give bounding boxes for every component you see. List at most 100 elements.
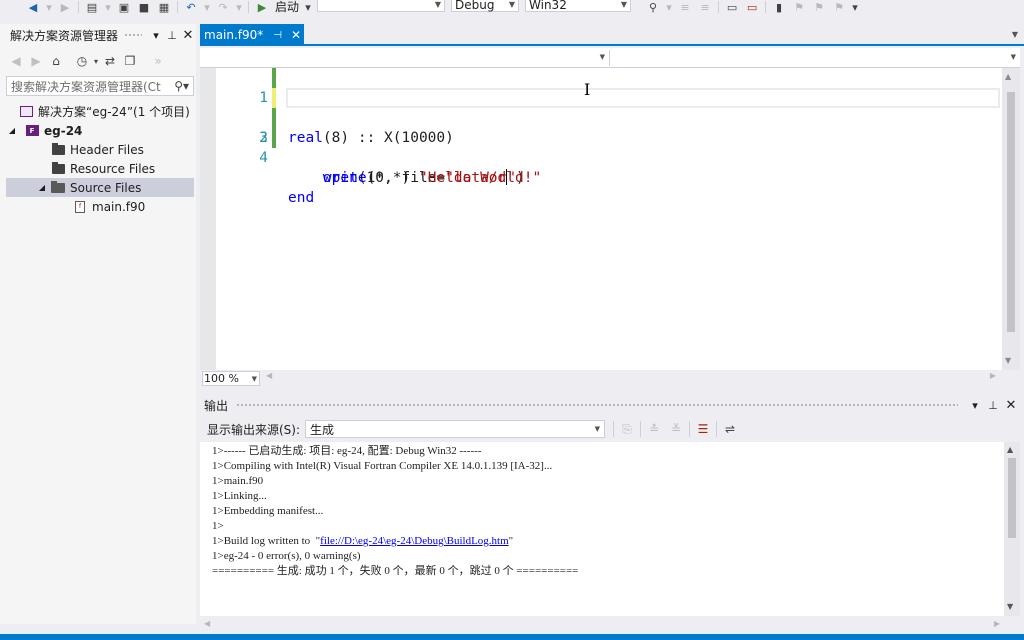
code-line[interactable]: 3 write(*,*) "Hello World!" xyxy=(200,108,1002,186)
new-project-icon[interactable]: ▤ xyxy=(85,1,99,14)
next-message-icon[interactable]: ≚ xyxy=(665,422,687,436)
chevron-down-icon[interactable]: ▾ xyxy=(105,1,111,14)
undo-icon[interactable]: ↶ xyxy=(184,1,198,14)
pane-splitter[interactable] xyxy=(200,388,1020,392)
redo-icon[interactable]: ↷ xyxy=(216,1,230,14)
editor-horizontal-scrollbar[interactable]: ◀ ▶ xyxy=(266,371,996,383)
prev-message-icon[interactable]: ≛ xyxy=(643,422,665,436)
chevron-down-icon[interactable]: ▾ xyxy=(92,57,100,66)
output-line-summary: ========== 生成: 成功 1 个，失败 0 个，最新 0 个，跳过 0… xyxy=(212,565,579,577)
output-horizontal-scrollbar[interactable]: ◀ ▶ xyxy=(200,618,1004,632)
solution-label: 解决方案“eg-24”(1 个项目) xyxy=(38,105,190,119)
scroll-right-icon[interactable]: ▶ xyxy=(990,371,996,380)
next-bookmark-icon[interactable]: ⚑ xyxy=(812,1,826,14)
back-icon[interactable]: ◀ xyxy=(6,54,26,68)
home-icon[interactable]: ⌂ xyxy=(46,54,66,68)
zoom-select[interactable]: 100 % ▼ xyxy=(202,371,260,386)
member-select[interactable]: ▼ xyxy=(610,50,1020,66)
change-indicator xyxy=(272,88,276,108)
empty-combo[interactable]: ▼ xyxy=(317,0,446,12)
scroll-down-icon[interactable]: ▼ xyxy=(1005,356,1011,365)
indent-icon[interactable]: ≡ xyxy=(678,1,692,14)
chevron-down-icon[interactable]: ▾ xyxy=(236,1,242,14)
close-icon[interactable]: ✕ xyxy=(1002,398,1020,413)
output-text-area[interactable]: 1>------ 已启动生成: 项目: eg-24, 配置: Debug Win… xyxy=(200,442,1004,616)
code-line[interactable]: 1 real(8) :: X(10000) xyxy=(200,68,1002,146)
scroll-up-icon[interactable]: ▲ xyxy=(1005,72,1011,81)
solution-search-input[interactable]: 搜索解决方案资源管理器(Ct ⚲▾ xyxy=(6,76,194,96)
close-icon[interactable]: ✕ xyxy=(180,28,196,43)
chevron-down-icon[interactable]: ▾ xyxy=(852,1,858,14)
find-icon[interactable]: ⚲ xyxy=(646,1,660,14)
tree-item-main-f90[interactable]: f main.f90 xyxy=(6,197,194,216)
search-icon[interactable]: ⚲▾ xyxy=(170,79,193,93)
chevron-down-icon[interactable]: ▾ xyxy=(666,1,672,14)
chevron-down-icon[interactable]: ▾ xyxy=(305,1,311,14)
code-line-current[interactable]: 2 open(10, file="data/d") xyxy=(200,88,1002,186)
editor-vertical-scrollbar[interactable]: ▲ ▼ xyxy=(1002,68,1020,370)
bookmark-icon[interactable]: ▮ xyxy=(772,1,786,14)
code-line[interactable]: 4 end xyxy=(200,128,1002,206)
collapse-all-icon[interactable]: ❐ xyxy=(120,54,140,68)
forward-icon[interactable]: ▶ xyxy=(58,1,72,14)
scope-select[interactable]: ▼ xyxy=(200,50,610,66)
tree-item-solution[interactable]: 解决方案“eg-24”(1 个项目) xyxy=(6,102,194,121)
start-button-label[interactable]: 启动 xyxy=(275,1,299,13)
zoom-value: 100 % xyxy=(204,372,239,385)
scroll-left-icon[interactable]: ◀ xyxy=(204,619,210,628)
scroll-left-icon[interactable]: ◀ xyxy=(266,371,272,380)
platform-select[interactable]: Win32 ▼ xyxy=(525,0,632,12)
save-icon[interactable]: ■ xyxy=(137,1,151,14)
tab-main-f90[interactable]: main.f90* ⊣ ✕ xyxy=(200,24,304,46)
pin-icon[interactable]: ⊥ xyxy=(984,399,1002,412)
window-menu-icon[interactable]: ▾ xyxy=(966,399,984,412)
scrollbar-thumb[interactable] xyxy=(1007,92,1015,332)
scroll-right-icon[interactable]: ▶ xyxy=(994,619,1000,628)
output-source-select[interactable]: 生成 ▼ xyxy=(305,420,606,438)
tab-overflow-icon[interactable]: ▼ xyxy=(1012,30,1018,39)
find-message-icon[interactable]: ⎘ xyxy=(616,422,638,437)
outdent-icon[interactable]: ≡ xyxy=(698,1,712,14)
clear-all-icon[interactable]: ☰ xyxy=(692,422,714,436)
history-icon[interactable]: ◷ xyxy=(72,54,92,68)
chevron-down-icon[interactable]: ▾ xyxy=(204,1,210,14)
output-title-bar: 输出 ▾ ⊥ ✕ xyxy=(200,395,1020,415)
build-log-link[interactable]: file://D:\eg-24\eg-24\Debug\BuildLog.htm xyxy=(320,535,509,547)
clear-bookmarks-icon[interactable]: ⚑ xyxy=(832,1,846,14)
scroll-down-icon[interactable]: ▼ xyxy=(1007,602,1013,611)
sync-icon[interactable]: ⇄ xyxy=(100,54,120,68)
close-icon[interactable]: ✕ xyxy=(291,28,301,42)
window-menu-icon[interactable]: ▾ xyxy=(148,29,164,42)
editor-status-bar: 100 % ▼ ◀ ▶ xyxy=(200,370,1020,387)
drag-grip[interactable] xyxy=(236,402,958,408)
scrollbar-thumb[interactable] xyxy=(1008,458,1016,538)
more-icon[interactable]: » xyxy=(148,54,168,68)
collapse-arrow-icon[interactable]: ◢ xyxy=(34,183,50,192)
save-all-icon[interactable]: ▦ xyxy=(157,1,171,14)
comment-icon[interactable]: ▭ xyxy=(725,1,739,14)
collapse-arrow-icon[interactable]: ◢ xyxy=(6,126,18,135)
open-file-icon[interactable]: ▣ xyxy=(117,1,131,14)
tree-item-resource-files[interactable]: Resource Files xyxy=(6,159,194,178)
back-icon[interactable]: ◀ xyxy=(26,1,40,14)
configuration-select[interactable]: Debug ▼ xyxy=(451,0,520,12)
drag-grip[interactable] xyxy=(124,32,142,38)
word-wrap-icon[interactable]: ⇌ xyxy=(719,422,741,436)
pin-icon[interactable]: ⊥ xyxy=(164,29,180,42)
output-vertical-scrollbar[interactable]: ▲ ▼ xyxy=(1004,442,1020,616)
start-debug-icon[interactable]: ▶ xyxy=(255,1,269,14)
pin-icon[interactable]: ⊣ xyxy=(273,30,282,41)
scroll-up-icon[interactable]: ▲ xyxy=(1007,445,1013,454)
chevron-down-icon: ▼ xyxy=(599,53,605,61)
search-placeholder: 搜索解决方案资源管理器(Ct xyxy=(11,79,161,94)
tree-item-source-files[interactable]: ◢ Source Files xyxy=(6,178,194,197)
prev-bookmark-icon[interactable]: ⚑ xyxy=(792,1,806,14)
toolbar-separator xyxy=(718,1,720,13)
tab-label: main.f90* xyxy=(204,28,264,42)
uncomment-icon[interactable]: ▭ xyxy=(745,1,759,14)
tree-item-header-files[interactable]: Header Files xyxy=(6,140,194,159)
tree-item-project[interactable]: ◢ F eg-24 xyxy=(6,121,194,140)
code-editor[interactable]: 1 real(8) :: X(10000) 2 open(10, file="d… xyxy=(200,68,1002,370)
forward-icon[interactable]: ▶ xyxy=(26,54,46,68)
chevron-down-icon[interactable]: ▾ xyxy=(46,1,52,14)
